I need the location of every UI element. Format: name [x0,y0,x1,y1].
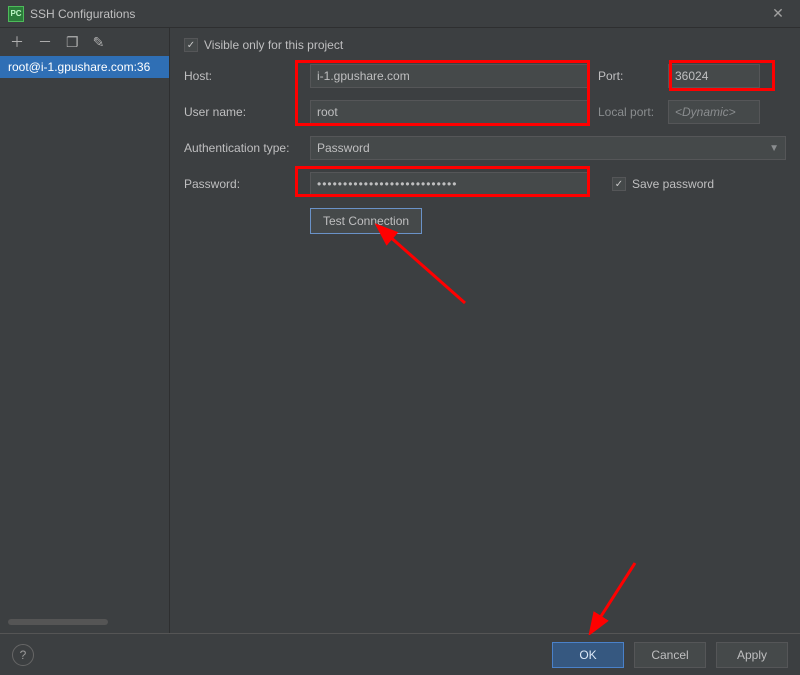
ok-button[interactable]: OK [552,642,624,668]
local-port-label: Local port: [598,105,660,119]
save-password-label: Save password [632,177,714,191]
app-icon: PC [8,6,24,22]
local-port-input [668,100,760,124]
copy-icon[interactable]: ❐ [66,35,79,49]
footer: ? OK Cancel Apply [0,633,800,675]
username-input[interactable] [310,100,590,124]
left-panel: ＋ － ❐ ✎ root@i-1.gpushare.com:36 [0,28,170,633]
host-input[interactable] [310,64,590,88]
port-label: Port: [598,69,660,83]
right-panel: ✓ Visible only for this project Host: Po… [170,28,800,633]
ssh-configurations-dialog: PC SSH Configurations ✕ ＋ － ❐ ✎ root@i-1… [0,0,800,675]
auth-type-value: Password [317,141,370,155]
config-list: root@i-1.gpushare.com:36 [0,56,169,633]
test-connection-button[interactable]: Test Connection [310,208,422,234]
auth-type-label: Authentication type: [184,141,302,155]
visible-only-checkbox[interactable]: ✓ Visible only for this project [184,38,343,52]
config-list-item[interactable]: root@i-1.gpushare.com:36 [0,56,169,78]
visible-only-label: Visible only for this project [204,38,343,52]
body: ＋ － ❐ ✎ root@i-1.gpushare.com:36 ✓ Visib… [0,28,800,633]
close-icon[interactable]: ✕ [764,5,792,22]
remove-icon[interactable]: － [38,35,52,49]
port-input[interactable] [668,64,760,88]
add-icon[interactable]: ＋ [10,35,24,49]
window-title: SSH Configurations [30,7,764,21]
checkbox-icon: ✓ [184,38,198,52]
password-input[interactable] [310,172,590,196]
left-toolbar: ＋ － ❐ ✎ [0,28,169,56]
horizontal-scrollbar[interactable] [8,619,108,625]
password-label: Password: [184,177,302,191]
save-password-checkbox[interactable]: ✓ Save password [612,177,714,191]
cancel-button[interactable]: Cancel [634,642,706,668]
titlebar: PC SSH Configurations ✕ [0,0,800,28]
apply-button[interactable]: Apply [716,642,788,668]
auth-type-select[interactable]: Password ▼ [310,136,786,160]
username-label: User name: [184,105,302,119]
edit-icon[interactable]: ✎ [93,35,105,49]
host-label: Host: [184,69,302,83]
checkbox-icon: ✓ [612,177,626,191]
annotation-arrow [370,223,480,313]
help-icon[interactable]: ? [12,644,34,666]
chevron-down-icon: ▼ [769,143,779,154]
